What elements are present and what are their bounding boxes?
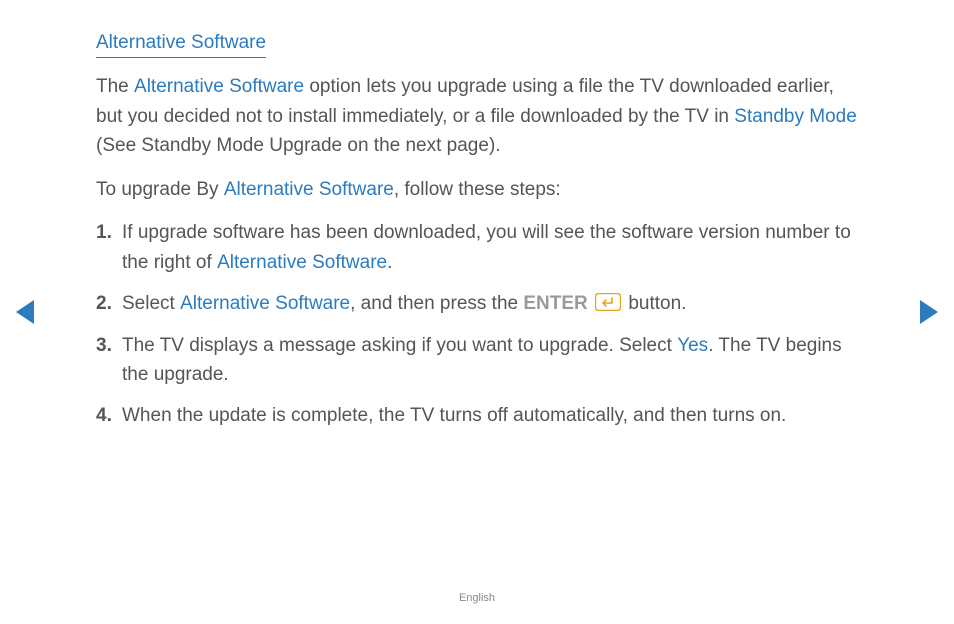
text: .	[387, 252, 392, 273]
text: The TV displays a message asking if you …	[122, 335, 677, 356]
keyword-alternative-software: Alternative Software	[180, 293, 350, 314]
text: The	[96, 76, 134, 97]
keyword-enter: ENTER	[523, 293, 587, 314]
steps-list: If upgrade software has been downloaded,…	[96, 218, 858, 431]
nav-prev-arrow-icon[interactable]	[16, 300, 34, 324]
list-item: When the update is complete, the TV turn…	[122, 401, 858, 430]
keyword-standby-mode: Standby Mode	[734, 106, 857, 127]
text: When the update is complete, the TV turn…	[122, 405, 786, 426]
text: (See Standby Mode Upgrade on the next pa…	[96, 135, 501, 156]
page-content: Alternative Software The Alternative Sof…	[0, 0, 954, 431]
lead-paragraph: To upgrade By Alternative Software, foll…	[96, 175, 858, 204]
keyword-yes: Yes	[677, 335, 708, 356]
text: , follow these steps:	[394, 179, 561, 200]
text: To upgrade By	[96, 179, 224, 200]
keyword-alternative-software: Alternative Software	[134, 76, 304, 97]
enter-icon	[595, 291, 621, 309]
list-item: The TV displays a message asking if you …	[122, 331, 858, 390]
keyword-alternative-software: Alternative Software	[217, 252, 387, 273]
text: Select	[122, 293, 180, 314]
footer-language: English	[0, 592, 954, 604]
text: button.	[623, 293, 686, 314]
section-heading: Alternative Software	[96, 28, 266, 58]
nav-next-arrow-icon[interactable]	[920, 300, 938, 324]
text: , and then press the	[350, 293, 523, 314]
list-item: If upgrade software has been downloaded,…	[122, 218, 858, 277]
keyword-alternative-software: Alternative Software	[224, 179, 394, 200]
list-item: Select Alternative Software, and then pr…	[122, 289, 858, 318]
intro-paragraph: The Alternative Software option lets you…	[96, 72, 858, 160]
